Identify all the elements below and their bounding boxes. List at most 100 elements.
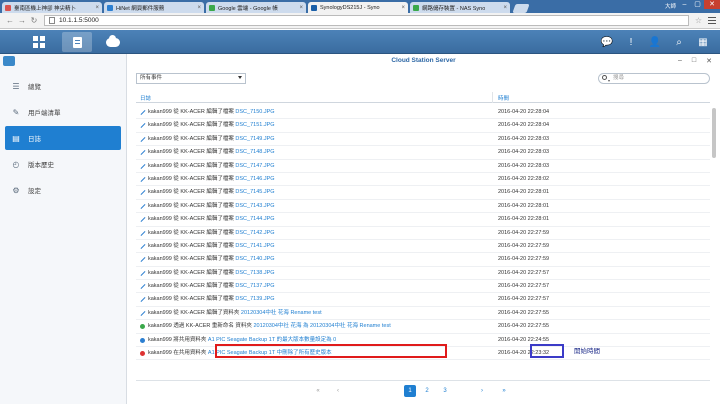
last-page-button[interactable]: » (498, 385, 510, 397)
document-icon: ▤ (12, 133, 20, 143)
sidebar-item[interactable]: ▤ 日誌 (5, 126, 121, 150)
close-tab-icon[interactable]: × (503, 5, 507, 11)
log-message: kakan999 從 KK-ACER 編輯了檔案 DSC_7142.JPG (148, 227, 275, 240)
log-time: 2016-04-20 22:28:03 (498, 149, 550, 156)
table-row[interactable]: kakan999 從 KK-ACER 編輯了檔案 DSC_7142.JPG 201… (136, 227, 710, 240)
search-icon[interactable]: ⌕ (672, 35, 686, 49)
widgets-icon[interactable]: ▦ (696, 35, 710, 49)
pagination: « ‹ 1 2 3 › » (136, 380, 710, 400)
table-row[interactable]: kakan999 從 KK-ACER 編輯了檔案 DSC_7141.JPG 201… (136, 240, 710, 254)
log-message-link[interactable]: A1 PIC Seagate Backup 1T 的最大版本數量設定為 0 (208, 337, 336, 343)
close-tab-icon[interactable]: × (401, 5, 405, 11)
edit-event-icon (140, 310, 146, 316)
maximize-button[interactable]: ▢ (691, 0, 704, 9)
table-row[interactable]: kakan999 從 KK-ACER 編輯了檔案 DSC_7151.JPG 201… (136, 119, 710, 133)
log-message-link[interactable]: DSC_7140.JPG (235, 256, 274, 262)
close-app-button[interactable]: ✕ (706, 57, 712, 65)
browser-menu-icon[interactable] (708, 17, 716, 24)
user-icon[interactable]: 👤 (648, 35, 662, 49)
show-desktop-button[interactable] (62, 32, 92, 52)
highlight-time-box (530, 344, 564, 358)
minimize-button[interactable]: – (678, 0, 691, 9)
table-row[interactable]: kakan999 從 KK-ACER 編輯了檔案 DSC_7145.JPG 201… (136, 186, 710, 200)
event-filter-select[interactable]: 所有事件 (136, 73, 246, 84)
log-message-link[interactable]: DSC_7137.JPG (235, 283, 274, 289)
log-message-link[interactable]: DSC_7147.JPG (235, 163, 274, 169)
log-message-link[interactable]: DSC_7138.JPG (235, 270, 274, 276)
sidebar-item[interactable]: ⚙ 設定 (5, 178, 121, 202)
next-page-button[interactable]: › (476, 385, 488, 397)
log-message-link[interactable]: DSC_7150.JPG (235, 109, 274, 115)
reload-icon[interactable]: ↻ (28, 16, 40, 25)
notification-icon[interactable]: ! (624, 35, 638, 49)
table-row[interactable]: kakan999 從 KK-ACER 編輯了檔案 DSC_7149.JPG 201… (136, 133, 710, 147)
forward-icon[interactable]: → (16, 16, 28, 25)
log-message-link[interactable]: DSC_7146.JPG (235, 176, 274, 182)
table-row[interactable]: kakan999 從 KK-ACER 編輯了檔案 DSC_7143.JPG 201… (136, 200, 710, 214)
close-window-button[interactable]: ✕ (704, 0, 720, 9)
log-message-link[interactable]: 20120304中社 花海 Rename test (241, 310, 322, 316)
log-message: kakan999 從 KK-ACER 編輯了檔案 DSC_7141.JPG (148, 240, 275, 253)
first-page-button[interactable]: « (312, 385, 324, 397)
browser-tab[interactable]: SynologyDS215J - Syno × (308, 2, 408, 13)
table-row[interactable]: kakan999 從 KK-ACER 編輯了資料夾 20120304中社 花海 … (136, 307, 710, 321)
table-row[interactable]: kakan999 從 KK-ACER 編輯了檔案 DSC_7139.JPG 201… (136, 293, 710, 307)
page-1-button[interactable]: 1 (404, 385, 416, 397)
table-row[interactable]: kakan999 從 KK-ACER 編輯了檔案 DSC_7150.JPG 201… (136, 106, 710, 120)
table-row[interactable]: kakan999 透過 KK-ACER 重新命名 資料夾 20120304中社 … (136, 320, 710, 334)
log-message-link[interactable]: DSC_7145.JPG (235, 189, 274, 195)
browser-tab[interactable]: Google 雲端 - Google 帳 × (206, 2, 306, 13)
column-header-log[interactable]: 日誌 (140, 94, 151, 102)
browser-tab[interactable]: 臺南區機上神卻 神尖精卜 × (2, 2, 102, 13)
log-message: kakan999 從 KK-ACER 編輯了檔案 DSC_7147.JPG (148, 160, 275, 173)
close-tab-icon[interactable]: × (95, 5, 99, 11)
log-message-link[interactable]: DSC_7141.JPG (235, 243, 274, 249)
browser-tab[interactable]: HiNet 網頁郵件服務 × (104, 2, 204, 13)
new-tab-button[interactable] (512, 4, 530, 13)
search-input[interactable]: ▾ 搜尋 (598, 73, 710, 84)
log-message-link[interactable]: DSC_7148.JPG (235, 149, 274, 155)
scrollbar-thumb[interactable] (712, 108, 716, 158)
log-message: kakan999 從 KK-ACER 編輯了檔案 DSC_7151.JPG (148, 119, 275, 132)
main-menu-button[interactable] (24, 32, 54, 52)
table-row[interactable]: kakan999 從 KK-ACER 編輯了檔案 DSC_7146.JPG 201… (136, 173, 710, 187)
log-message-text: kakan999 從 KK-ACER 編輯了檔案 (148, 242, 236, 249)
log-message-link[interactable]: DSC_7142.JPG (235, 230, 274, 236)
close-tab-icon[interactable]: × (299, 5, 303, 11)
prev-page-button[interactable]: ‹ (332, 385, 344, 397)
table-row[interactable]: kakan999 從 KK-ACER 編輯了檔案 DSC_7144.JPG 201… (136, 213, 710, 227)
page-2-button[interactable]: 2 (422, 385, 432, 397)
log-message-link[interactable]: DSC_7149.JPG (235, 136, 274, 142)
back-icon[interactable]: ← (4, 16, 16, 25)
scrollbar[interactable] (711, 106, 717, 376)
event-filter-value: 所有事件 (140, 75, 163, 81)
cloud-station-taskbar-button[interactable] (98, 32, 128, 52)
table-row[interactable]: kakan999 從 KK-ACER 編輯了檔案 DSC_7147.JPG 201… (136, 160, 710, 173)
close-tab-icon[interactable]: × (197, 5, 201, 11)
minimize-app-button[interactable]: – (678, 57, 682, 65)
edit-event-icon (140, 190, 146, 196)
log-message-link[interactable]: DSC_7143.JPG (235, 203, 274, 209)
log-message-link[interactable]: DSC_7144.JPG (235, 216, 274, 222)
browser-user-label[interactable]: 大師 (665, 2, 676, 10)
edit-event-icon (140, 217, 146, 223)
bookmark-star-icon[interactable]: ☆ (695, 16, 702, 25)
browser-tab[interactable]: 網路儲存裝置 - NAS Syno × (410, 2, 510, 13)
sidebar-item[interactable]: ✎ 用戶端清單 (5, 100, 121, 124)
page-3-button[interactable]: 3 (440, 385, 450, 397)
table-row[interactable]: kakan999 從 KK-ACER 編輯了檔案 DSC_7137.JPG 201… (136, 280, 710, 294)
log-message-text: kakan999 在共用資料夾 (148, 350, 208, 357)
log-message-link[interactable]: DSC_7139.JPG (235, 296, 274, 302)
sidebar-item[interactable]: ◴ 版本歷史 (5, 152, 121, 176)
log-message-link[interactable]: 20120304中社 花海 為 20120304中社 花海 Rename tes… (253, 323, 390, 329)
url-input[interactable]: 10.1.1.5:5000 (44, 15, 689, 26)
maximize-app-button[interactable]: □ (692, 57, 696, 65)
table-row[interactable]: kakan999 從 KK-ACER 編輯了檔案 DSC_7140.JPG 201… (136, 253, 710, 267)
chat-icon[interactable]: 💬 (600, 35, 614, 49)
table-row[interactable]: kakan999 從 KK-ACER 編輯了檔案 DSC_7138.JPG 201… (136, 267, 710, 281)
app-window-controls: – □ ✕ (678, 57, 712, 65)
column-header-time[interactable]: 時間 (498, 94, 509, 102)
log-message-link[interactable]: DSC_7151.JPG (235, 122, 274, 128)
sidebar-item[interactable]: ☰ 總覽 (5, 74, 121, 98)
table-row[interactable]: kakan999 從 KK-ACER 編輯了檔案 DSC_7148.JPG 201… (136, 146, 710, 160)
